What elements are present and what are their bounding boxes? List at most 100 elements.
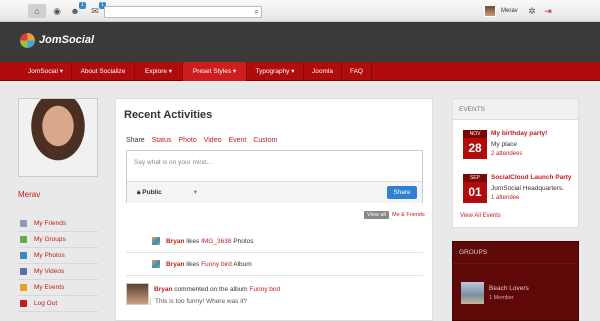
filter-me-friends[interactable]: Me & Friends xyxy=(392,212,425,218)
group-members: 1 Member xyxy=(489,295,514,301)
menu-label: My Photos xyxy=(34,252,65,259)
group-name[interactable]: Beach Lovers xyxy=(489,285,529,292)
top-toolbar: ⌂ ◉ ☻ 1 ✉ 1 ⌕ Merav ✲ ⇥ xyxy=(0,0,600,22)
event-title[interactable]: My birthday party! xyxy=(491,130,547,137)
menu-my-events[interactable]: My Events xyxy=(18,280,98,296)
site-logo[interactable]: JomSocial xyxy=(39,34,94,46)
object-link[interactable]: Funny bird xyxy=(249,286,280,293)
nav-preset-styles[interactable]: Preset Styles ▾ xyxy=(183,62,247,81)
friends-icon xyxy=(20,220,27,227)
actor-link[interactable]: Bryan xyxy=(166,238,184,245)
nav-faq[interactable]: FAQ xyxy=(342,62,372,81)
messages-icon[interactable]: ✉ 1 xyxy=(86,2,106,18)
events-widget: EVENTS NOV 28 My birthday party! My place… xyxy=(452,98,579,228)
menu-my-videos[interactable]: My Videos xyxy=(18,264,98,280)
menu-my-groups[interactable]: My Groups xyxy=(18,232,98,248)
events-title: EVENTS xyxy=(453,99,578,120)
profile-menu: My Friends My Groups My Photos My Videos… xyxy=(18,216,98,312)
event-month: NOV xyxy=(463,130,487,138)
profile-card: Merav xyxy=(18,98,98,199)
nav-explore[interactable]: Explore ▾ xyxy=(135,62,183,81)
gear-icon[interactable]: ✲ xyxy=(526,4,538,18)
object-link[interactable]: Funny bird xyxy=(201,261,232,268)
composer-tabs: Share Status Photo Video Event Custom xyxy=(126,137,282,144)
home-icon[interactable]: ⌂ xyxy=(28,4,46,18)
activity-text: Bryan likes IMG_3638 Photos xyxy=(166,238,254,245)
activity-verb: likes xyxy=(186,261,200,268)
activity-text: Bryan likes Funny bird Album xyxy=(166,261,252,268)
privacy-label: Public xyxy=(142,189,162,196)
comment-quote: This is too funny! Where was it? xyxy=(150,298,247,305)
photos-icon xyxy=(152,237,160,245)
profile-name[interactable]: Merav xyxy=(18,190,98,199)
composer-bar: 🔒︎ Public ▾ Share xyxy=(127,181,422,203)
event-date: NOV 28 xyxy=(463,130,487,159)
page-title: Recent Activities xyxy=(124,109,213,121)
friends-icon[interactable]: ☻ 1 xyxy=(66,2,86,18)
event-attendees[interactable]: 1 attendee xyxy=(491,195,519,201)
tab-custom[interactable]: Custom xyxy=(253,137,277,144)
videos-icon xyxy=(20,268,27,275)
event-month: SEP xyxy=(463,174,487,182)
activity-item: Bryan likes Funny bird Album xyxy=(126,254,423,276)
privacy-select[interactable]: 🔒︎ Public ▾ xyxy=(137,188,197,197)
comment-verb: commented on the album xyxy=(174,286,248,293)
search-input[interactable]: ⌕ xyxy=(104,6,262,18)
globe-icon[interactable]: ◉ xyxy=(48,4,66,18)
tab-photo[interactable]: Photo xyxy=(178,137,196,144)
menu-my-friends[interactable]: My Friends xyxy=(18,216,98,232)
photos-icon xyxy=(20,252,27,259)
view-all-events-link[interactable]: View All Events xyxy=(460,213,501,219)
album-icon xyxy=(152,260,160,268)
menu-label: My Events xyxy=(34,284,65,291)
status-input[interactable]: Say what is on your mind... xyxy=(134,159,212,166)
tab-video[interactable]: Video xyxy=(204,137,222,144)
logo-icon[interactable] xyxy=(20,33,35,48)
menu-label: My Videos xyxy=(34,268,65,275)
search-icon[interactable]: ⌕ xyxy=(255,7,259,17)
friends-badge: 1 xyxy=(79,2,86,9)
menu-label: My Groups xyxy=(34,236,66,243)
actor-link[interactable]: Bryan xyxy=(166,261,184,268)
share-button[interactable]: Share xyxy=(387,186,417,199)
group-thumbnail[interactable] xyxy=(461,282,484,304)
activity-suffix: Album xyxy=(233,261,252,268)
event-place: My place xyxy=(491,141,518,148)
activity-item: Bryan likes IMG_3638 Photos xyxy=(126,231,423,253)
actor-link[interactable]: Bryan xyxy=(154,286,172,293)
events-icon xyxy=(20,284,27,291)
activity-verb: likes xyxy=(186,238,200,245)
activity-suffix: Photos xyxy=(233,238,254,245)
groups-icon xyxy=(20,236,27,243)
tab-share[interactable]: Share xyxy=(126,137,145,144)
event-place: JomSocial Headquarters. xyxy=(491,185,564,192)
chevron-down-icon: ▾ xyxy=(193,189,198,196)
status-composer: Say what is on your mind... 🔒︎ Public ▾ S… xyxy=(126,150,423,203)
nav-typography[interactable]: Typography ▾ xyxy=(247,62,304,81)
event-attendees[interactable]: 2 attendees xyxy=(491,151,522,157)
comment-text: Bryan commented on the album Funny bird xyxy=(154,286,280,293)
groups-widget: GROUPS Beach Lovers 1 Member xyxy=(452,241,579,321)
main-nav: JomSocial ▾ About Socialize Explore ▾ Pr… xyxy=(0,62,600,81)
menu-log-out[interactable]: Log Out xyxy=(18,296,98,312)
event-title[interactable]: SocialCloud Launch Party xyxy=(491,174,572,181)
nav-about[interactable]: About Socialize xyxy=(72,62,135,81)
nav-jomsocial[interactable]: JomSocial ▾ xyxy=(20,62,72,81)
avatar[interactable] xyxy=(126,283,149,305)
avatar[interactable] xyxy=(484,5,496,17)
groups-title: GROUPS xyxy=(453,242,578,264)
logout-icon[interactable]: ⇥ xyxy=(542,4,554,18)
tab-status[interactable]: Status xyxy=(152,137,172,144)
event-day: 01 xyxy=(468,185,482,199)
logout-icon xyxy=(20,300,27,307)
filter-view-all[interactable]: View all xyxy=(364,211,389,219)
username[interactable]: Merav xyxy=(501,8,518,14)
activity-panel: Recent Activities Share Status Photo Vid… xyxy=(115,98,433,321)
profile-photo[interactable] xyxy=(18,98,98,177)
menu-my-photos[interactable]: My Photos xyxy=(18,248,98,264)
event-date: SEP 01 xyxy=(463,174,487,203)
tab-event[interactable]: Event xyxy=(228,137,246,144)
nav-joomla[interactable]: Joomla xyxy=(304,62,342,81)
object-link[interactable]: IMG_3638 xyxy=(201,238,231,245)
event-day: 28 xyxy=(468,141,482,155)
